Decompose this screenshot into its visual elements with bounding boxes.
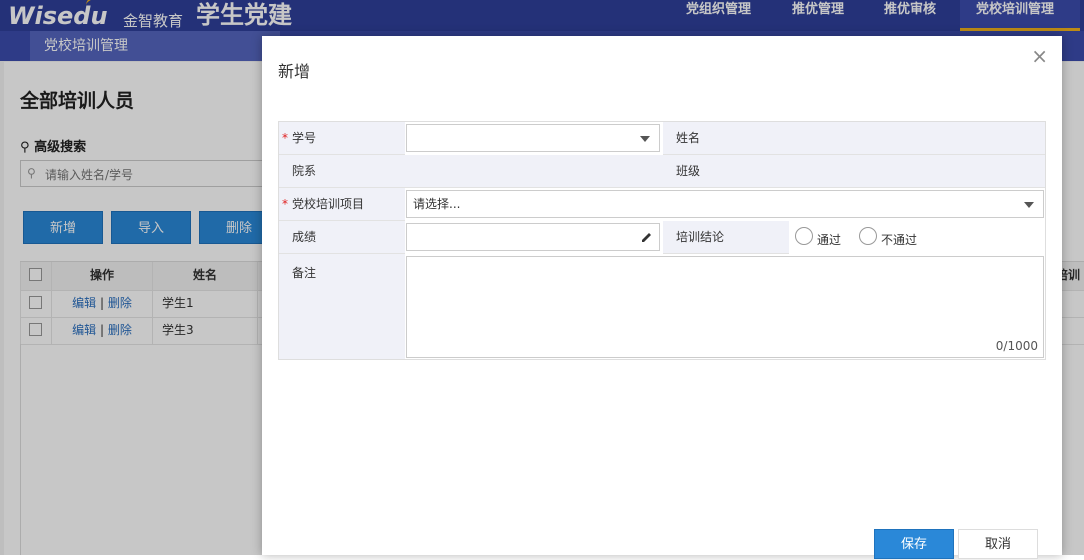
remark-label: 备注	[279, 254, 405, 359]
project-placeholder: 请选择...	[413, 197, 461, 211]
close-icon[interactable]: ×	[1031, 44, 1048, 68]
fail-radio[interactable]	[859, 227, 877, 245]
student-id-label-text: 学号	[292, 131, 317, 145]
add-dialog: 新增 × * 学号 姓名 院系 班级 * 党校培训项目 请选择... 成绩 培训结论…	[262, 36, 1062, 559]
score-input[interactable]	[406, 223, 660, 251]
pencil-icon	[642, 233, 651, 242]
remark-textarea[interactable]: 0/1000	[406, 256, 1044, 358]
conclusion-label: 培训结论	[663, 221, 789, 254]
conclusion-radio-group: 通过 不通过	[789, 221, 1045, 254]
dialog-title: 新增	[278, 62, 311, 81]
project-label-text: 党校培训项目	[292, 197, 365, 211]
name-field	[789, 122, 1045, 155]
required-mark: *	[282, 197, 288, 211]
name-label: 姓名	[663, 122, 789, 155]
student-id-select[interactable]	[406, 124, 660, 152]
dropdown-arrow-icon	[1024, 202, 1034, 208]
project-label: * 党校培训项目	[279, 188, 405, 221]
class-field	[789, 155, 1045, 188]
dropdown-arrow-icon	[640, 136, 650, 142]
remark-counter: 0/1000	[995, 339, 1038, 353]
add-form: * 学号 姓名 院系 班级 * 党校培训项目 请选择... 成绩 培训结论 通过 不…	[278, 121, 1046, 360]
department-label: 院系	[279, 155, 405, 188]
required-mark: *	[282, 131, 288, 145]
student-id-label: * 学号	[279, 122, 405, 155]
pass-radio[interactable]	[795, 227, 813, 245]
class-label: 班级	[663, 155, 789, 188]
pass-radio-label: 通过	[817, 233, 842, 247]
department-field	[405, 155, 663, 188]
score-label: 成绩	[279, 221, 405, 254]
project-select[interactable]: 请选择...	[406, 190, 1044, 218]
fail-radio-label: 不通过	[881, 233, 918, 247]
